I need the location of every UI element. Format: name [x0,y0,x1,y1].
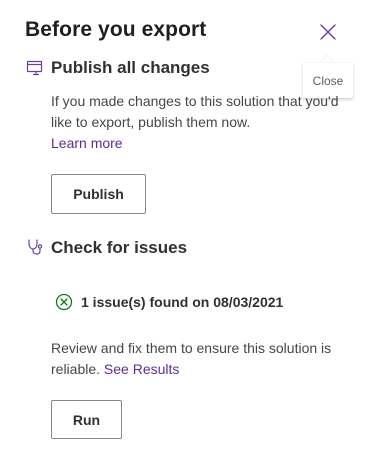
stethoscope-icon [28,239,43,255]
checkmark-circle-icon [55,293,73,311]
panel-title: Before you export [25,18,207,41]
issue-status: 1 issue(s) found on 08/03/2021 [55,293,283,311]
close-icon [320,24,336,40]
issues-heading: Check for issues [51,238,188,257]
issues-description-block: Review and fix them to ensure this solut… [51,338,351,380]
close-button[interactable] [316,20,340,44]
publish-heading: Publish all changes [51,58,210,77]
publish-description: If you made changes to this solution tha… [51,93,339,130]
publish-description-block: If you made changes to this solution tha… [51,91,351,154]
close-tooltip-label: Close [312,73,344,88]
publish-button[interactable]: Publish [51,174,146,214]
see-results-link[interactable]: See Results [104,361,179,377]
export-panel: Before you export Close Publish all chan… [0,0,371,470]
issue-status-text: 1 issue(s) found on 08/03/2021 [81,294,284,310]
issues-description: Review and fix them to ensure this solut… [51,340,332,377]
publish-icon [26,60,43,76]
run-button[interactable]: Run [51,400,122,439]
learn-more-link[interactable]: Learn more [51,135,123,151]
